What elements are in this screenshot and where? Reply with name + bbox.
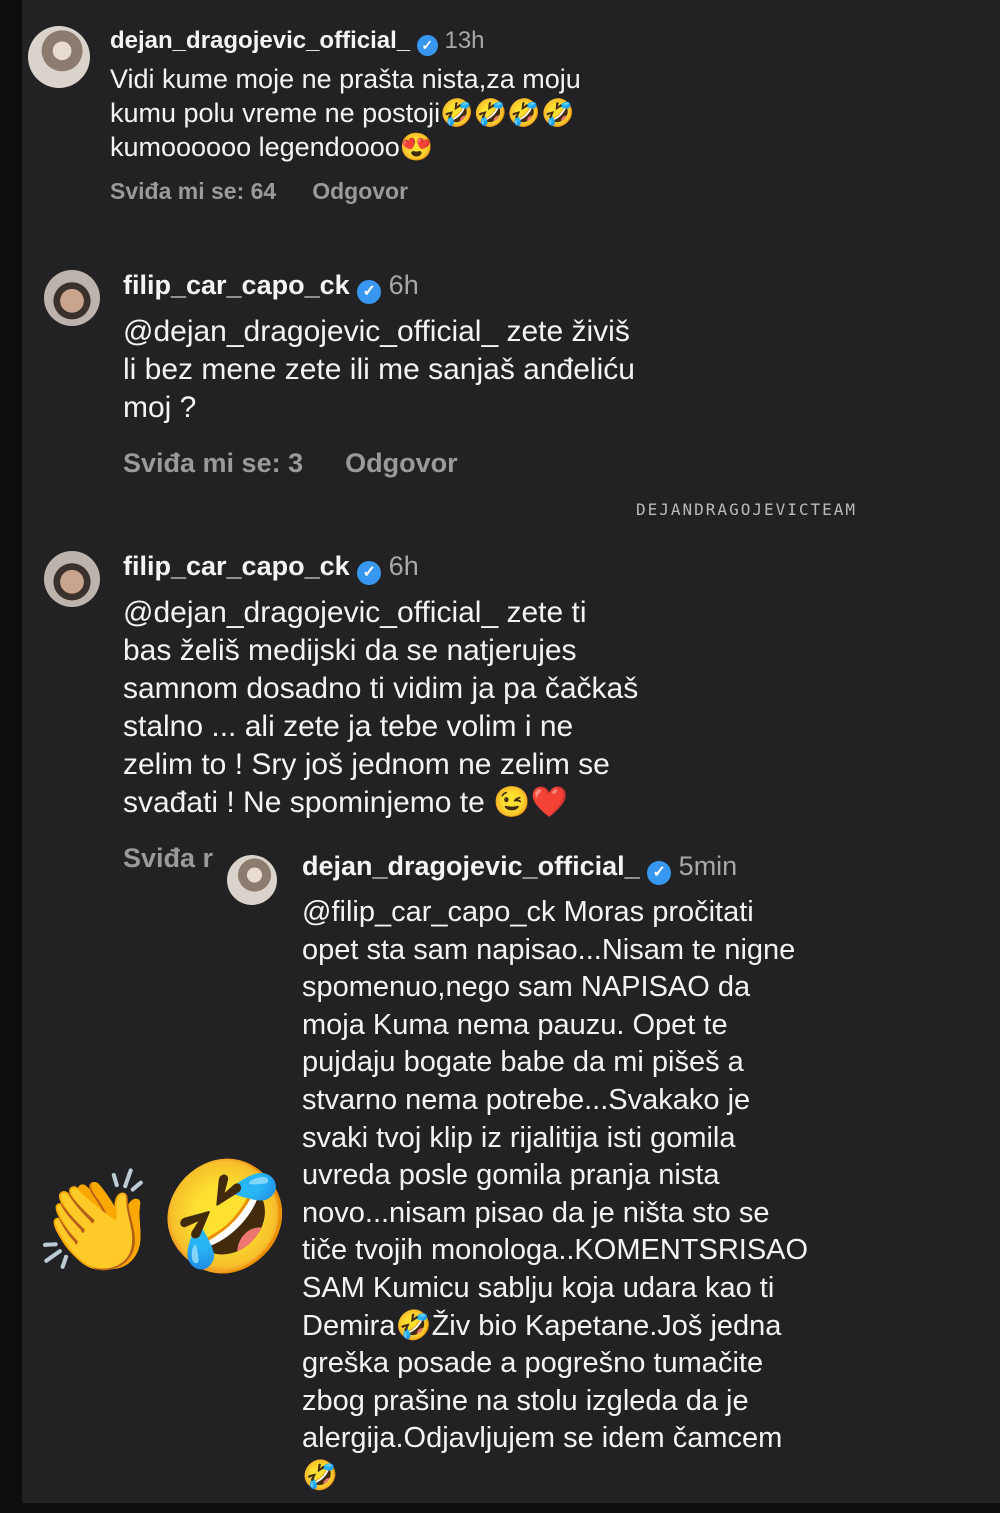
verified-badge-icon: ✓ — [357, 280, 382, 304]
username[interactable]: dejan_dragojevic_official_ — [110, 27, 410, 54]
likes-count[interactable]: Sviđa mi se: 3 — [123, 448, 303, 478]
timestamp: 6h — [388, 551, 419, 581]
username[interactable]: dejan_dragojevic_official_ — [302, 851, 640, 881]
rolling-laughing-icon: 🤣 — [158, 1156, 293, 1277]
comment-header: dejan_dragojevic_official_ ✓ 5min — [302, 851, 737, 885]
comment-header: filip_car_capo_ck ✓ 6h — [123, 270, 419, 304]
avatar[interactable] — [44, 270, 100, 326]
comment-text: @dejan_dragojevic_official_ zete ti bas … — [123, 596, 639, 819]
screen-left-edge — [0, 0, 22, 1513]
screen-bottom-edge — [0, 1503, 1000, 1513]
verified-badge-icon: ✓ — [416, 35, 438, 56]
avatar[interactable] — [224, 852, 280, 908]
comment-actions: Sviđa r — [123, 843, 213, 874]
timestamp: 6h — [388, 270, 419, 300]
likes-count[interactable]: Sviđa r — [123, 843, 213, 873]
comment-text: @filip_car_capo_ck Moras pročitati opet … — [302, 896, 809, 1492]
comment-header: dejan_dragojevic_official_ ✓ 13h — [110, 27, 485, 56]
comment-text: Vidi kume moje ne prašta nista,za moju k… — [110, 64, 581, 162]
comment-actions: Sviđa mi se: 3 Odgovor — [123, 448, 458, 479]
avatar[interactable] — [28, 26, 90, 88]
reply-button[interactable]: Odgovor — [345, 448, 458, 478]
comment-actions: Sviđa mi se: 64 Odgovor — [110, 178, 408, 205]
username[interactable]: filip_car_capo_ck — [123, 270, 350, 300]
clapping-hands-icon: 👏 — [34, 1167, 159, 1279]
likes-count[interactable]: Sviđa mi se: 64 — [110, 178, 276, 204]
timestamp: 5min — [678, 851, 738, 881]
comment-header: filip_car_capo_ck ✓ 6h — [123, 551, 419, 585]
reply-button[interactable]: Odgovor — [312, 178, 408, 204]
watermark: DEJANDRAGOJEVICTEAM — [636, 500, 858, 519]
comment-text: @dejan_dragojevic_official_ zete živiš l… — [123, 315, 635, 424]
verified-badge-icon: ✓ — [357, 561, 382, 585]
timestamp: 13h — [444, 27, 485, 54]
username[interactable]: filip_car_capo_ck — [123, 551, 350, 581]
verified-badge-icon: ✓ — [647, 861, 672, 885]
avatar[interactable] — [44, 551, 100, 607]
